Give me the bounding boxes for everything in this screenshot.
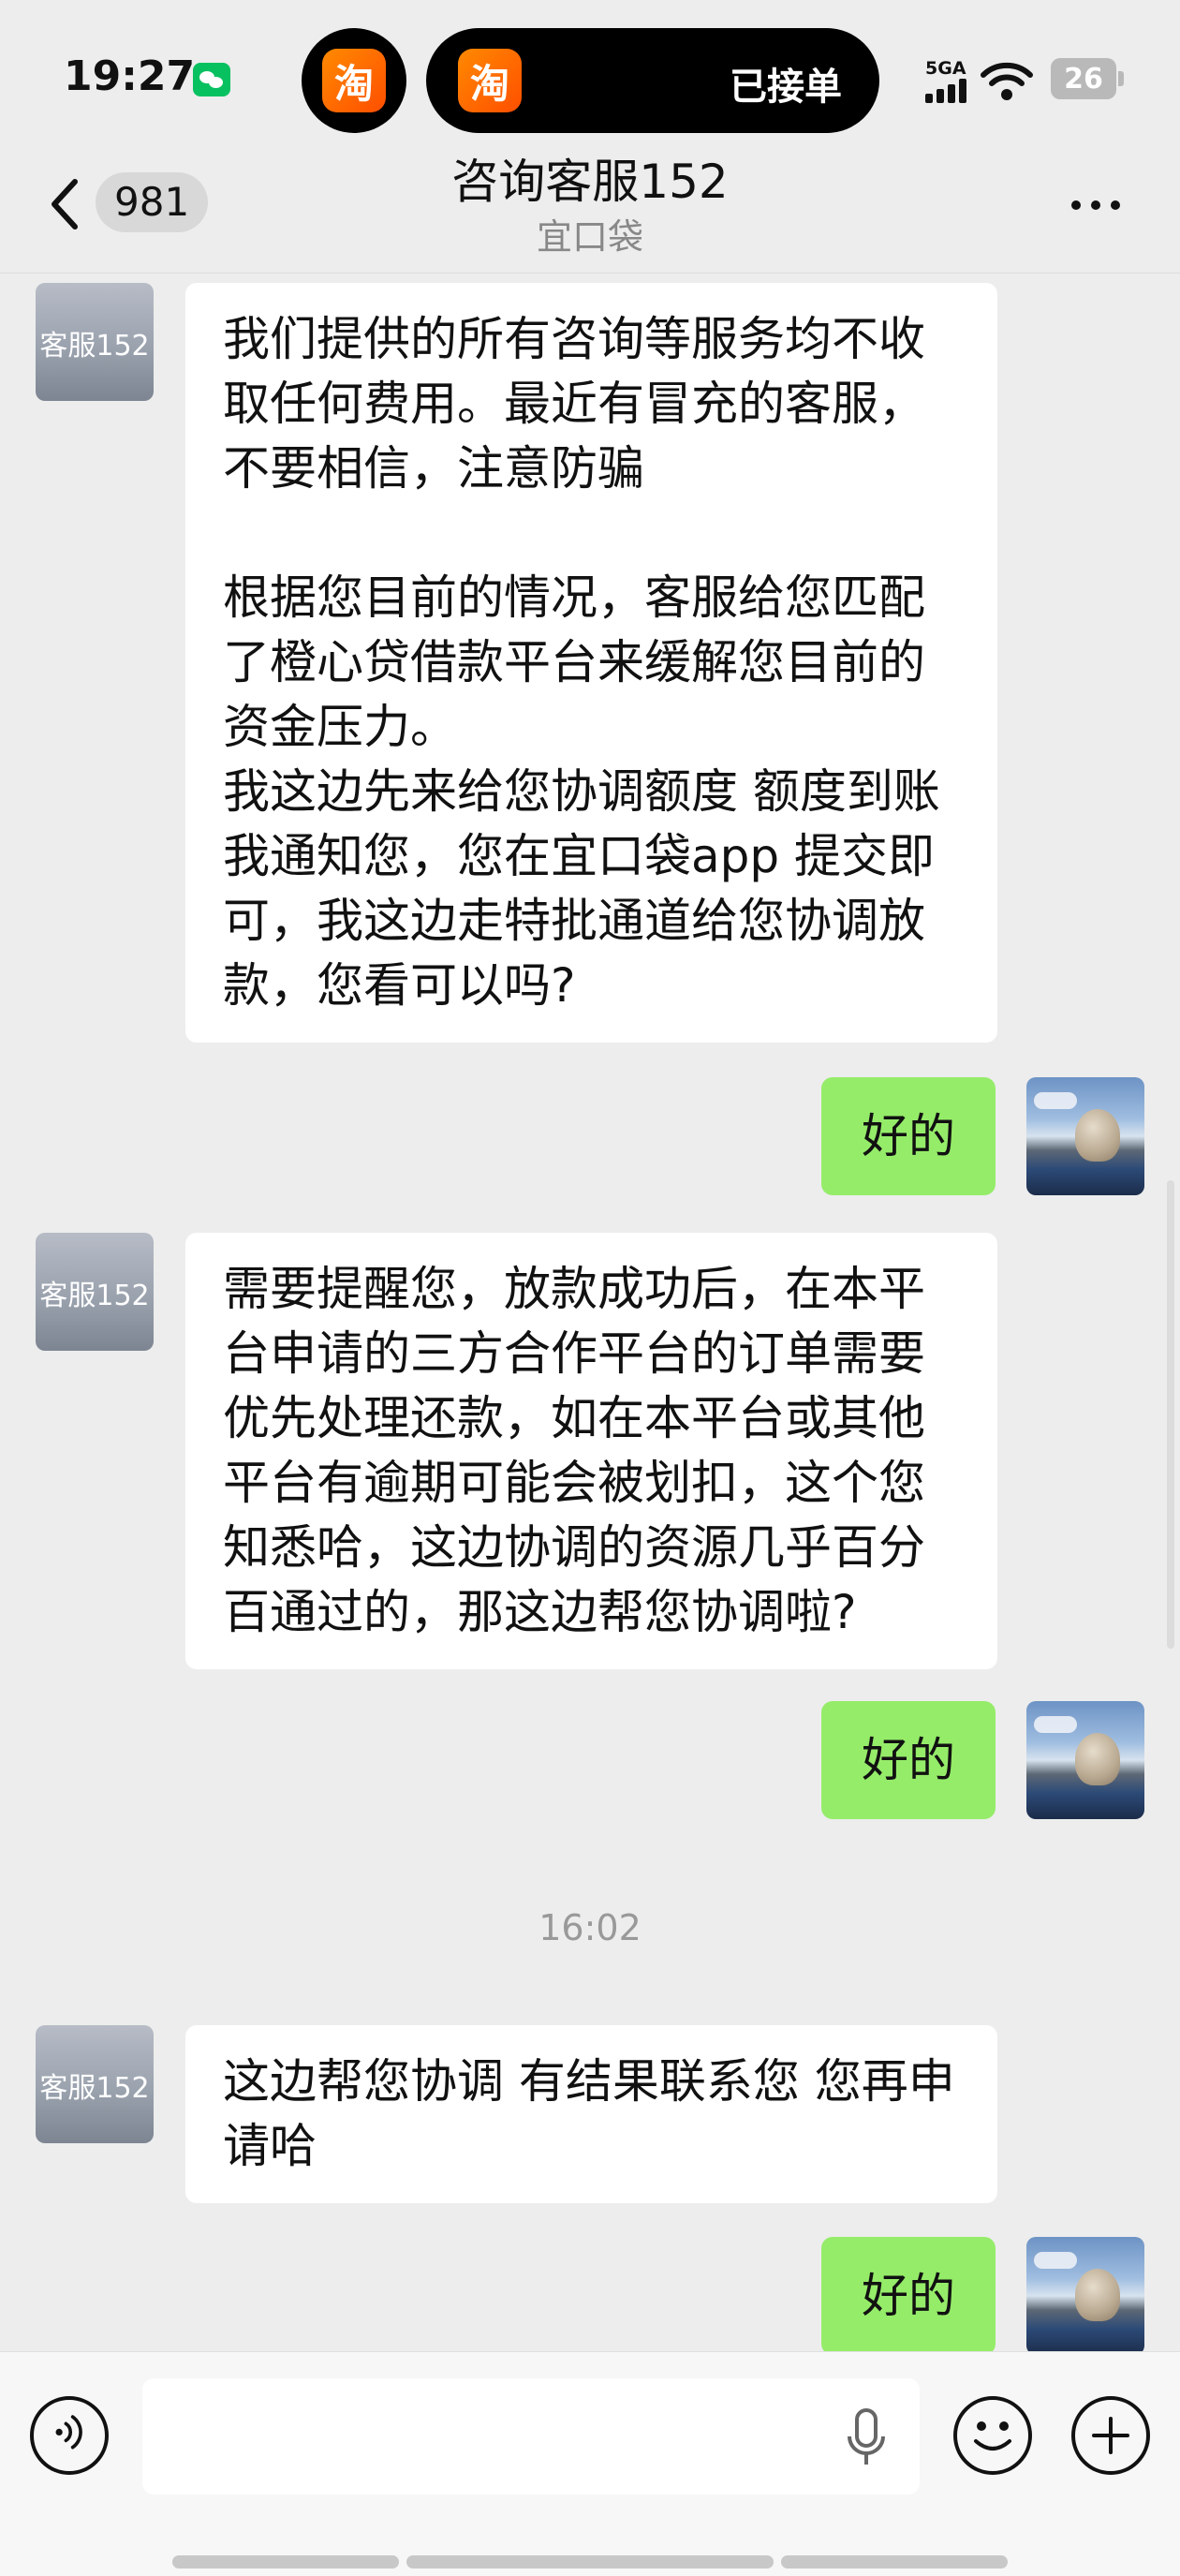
message-bubble-incoming[interactable]: 这边帮您协调 有结果联系您 您再申请哈 — [185, 2025, 997, 2203]
status-bar: 19:27 淘 淘 已接单 5GA 26 — [0, 0, 1180, 159]
agent-avatar[interactable]: 客服152 — [36, 1233, 154, 1351]
home-indicator — [0, 2555, 1180, 2569]
message-bubble-outgoing[interactable]: 好的 — [821, 1077, 996, 1195]
chat-message-list[interactable]: 客服152 我们提供的所有咨询等服务均不收取任何费用。最近有冒充的客服，不要相信… — [0, 274, 1180, 2351]
message-bubble-outgoing[interactable]: 好的 — [821, 2237, 996, 2351]
taobao-app-bubble[interactable]: 淘 — [302, 28, 406, 133]
input-bar — [0, 2351, 1180, 2576]
plus-icon[interactable] — [1071, 2396, 1150, 2475]
agent-avatar[interactable]: 客服152 — [36, 2025, 154, 2143]
message-bubble-incoming[interactable]: 我们提供的所有咨询等服务均不收取任何费用。最近有冒充的客服，不要相信，注意防骗 … — [185, 283, 997, 1043]
wifi-icon — [981, 62, 1033, 100]
more-options-icon[interactable] — [1068, 191, 1124, 219]
island-status-text: 已接单 — [730, 66, 842, 109]
emoji-icon[interactable] — [953, 2396, 1032, 2475]
agent-avatar[interactable]: 客服152 — [36, 283, 154, 401]
message-input[interactable] — [142, 2378, 920, 2495]
battery-icon: 26 — [1051, 58, 1116, 99]
time-separator: 16:02 — [538, 1907, 642, 1948]
scrollbar[interactable] — [1167, 1180, 1174, 1649]
taobao-icon: 淘 — [458, 49, 522, 112]
user-avatar[interactable] — [1026, 1077, 1144, 1195]
status-time: 19:27 — [64, 52, 196, 100]
microphone-icon[interactable] — [843, 2406, 890, 2470]
voice-icon[interactable] — [30, 2396, 109, 2475]
user-avatar[interactable] — [1026, 2237, 1144, 2351]
chat-header: 981 咨询客服152 宜口袋 — [0, 141, 1180, 274]
user-avatar[interactable] — [1026, 1701, 1144, 1819]
dynamic-island[interactable]: 淘 已接单 — [426, 28, 879, 133]
network-label: 5GA — [925, 58, 966, 79]
battery-tip — [1118, 71, 1124, 86]
message-bubble-outgoing[interactable]: 好的 — [821, 1701, 996, 1819]
taobao-icon: 淘 — [322, 49, 386, 112]
page-title: 咨询客服152 — [451, 155, 729, 209]
message-bubble-incoming[interactable]: 需要提醒您，放款成功后，在本平台申请的三方合作平台的订单需要优先处理还款，如在本… — [185, 1233, 997, 1669]
signal-icon — [925, 79, 966, 103]
page-subtitle: 宜口袋 — [536, 216, 643, 258]
wechat-icon — [193, 63, 230, 96]
